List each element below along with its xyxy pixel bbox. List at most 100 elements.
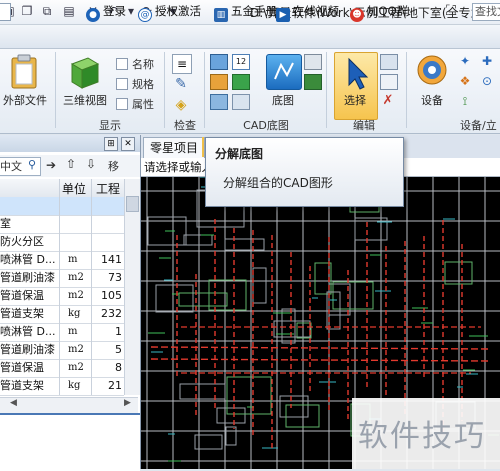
- cad-base-icon: [274, 62, 294, 80]
- pipe-fitting-icon[interactable]: ✦: [458, 54, 472, 68]
- row-quantity: 21: [108, 379, 122, 392]
- handbook-button[interactable]: ▥ 五金手册: [214, 3, 277, 22]
- scrollbar-thumb[interactable]: [126, 196, 139, 212]
- undo-dropdown-icon[interactable]: ▾: [124, 4, 138, 18]
- name-checkbox-label: 名称: [132, 58, 154, 71]
- row-name: 防火分区: [0, 235, 44, 248]
- cad-room: [224, 238, 265, 251]
- report-icon[interactable]: ≡: [172, 54, 192, 74]
- search-input[interactable]: 查找文: [472, 3, 500, 21]
- cad-room: [178, 292, 228, 307]
- printer-icon[interactable]: [304, 54, 322, 70]
- row-name: 管道刷油漆: [0, 343, 55, 356]
- row-name: 喷淋管 D...: [0, 325, 56, 338]
- table-row[interactable]: 管道刷油漆 m2 73: [0, 269, 124, 288]
- column-header-unit: 单位: [62, 182, 87, 196]
- attr-checkbox[interactable]: [116, 98, 128, 110]
- binoculars-icon[interactable]: ⛶: [446, 3, 456, 20]
- user-icon: ●: [86, 8, 100, 22]
- table-row[interactable]: 喷淋管 D... m 141: [0, 251, 124, 270]
- tab-active-edge[interactable]: [202, 137, 204, 157]
- view-3d-label: 三维视图: [63, 94, 107, 107]
- login-button[interactable]: ● 登录: [86, 3, 126, 22]
- property-panel: [0, 413, 140, 471]
- activate-button[interactable]: @ 授权激活: [138, 3, 201, 22]
- cad-base-label: 底图: [272, 94, 294, 107]
- image-icon[interactable]: [210, 54, 228, 70]
- grid-icon[interactable]: [304, 74, 322, 90]
- paste-icon[interactable]: ▤: [62, 4, 76, 18]
- arrow-down-icon[interactable]: ⇩: [86, 157, 96, 171]
- select-button[interactable]: [334, 52, 378, 120]
- cursor-icon: [348, 57, 369, 90]
- layer-icon[interactable]: [232, 74, 250, 90]
- cad-room: [155, 284, 194, 313]
- duplicate-icon[interactable]: ⧉: [40, 4, 54, 18]
- cad-line: [150, 358, 491, 362]
- number-icon[interactable]: 12: [232, 54, 250, 70]
- table-row[interactable]: 管道支架 kg 21: [0, 377, 124, 396]
- table-row[interactable]: [0, 197, 124, 216]
- tab-parts[interactable]: 零星项目: [143, 137, 206, 158]
- table-row[interactable]: 防火分区: [0, 233, 124, 252]
- list-icon[interactable]: [380, 74, 398, 90]
- external-file-label: 外部文件: [3, 94, 47, 107]
- spec-checkbox[interactable]: [116, 78, 128, 90]
- cad-room: [279, 395, 309, 418]
- select-label: 选择: [344, 94, 366, 107]
- horizontal-scrollbar[interactable]: [0, 397, 138, 413]
- external-file-button[interactable]: [6, 54, 42, 90]
- close-panel-icon[interactable]: ✕: [121, 137, 135, 151]
- qq-group-label: 加QQ群: [367, 4, 409, 18]
- qq-group-button[interactable]: ☻ 加QQ群: [350, 3, 409, 22]
- arrow-right-icon[interactable]: ➔: [46, 158, 56, 172]
- row-name: 喷淋管 D...: [0, 253, 56, 266]
- cad-room: [296, 322, 312, 339]
- wrench-icon[interactable]: ✎: [172, 75, 190, 93]
- video-button[interactable]: ▶ 在线视频: [276, 3, 339, 22]
- extra-tool-icon[interactable]: ⊙: [480, 74, 494, 88]
- key-icon: @: [138, 8, 152, 22]
- row-name: 管道支架: [0, 379, 44, 392]
- device-button[interactable]: [416, 54, 448, 86]
- extra-tool-icon[interactable]: ✚: [480, 54, 494, 68]
- device-icon: [417, 55, 447, 85]
- tooltip-description: 分解组合的CAD图形: [223, 176, 333, 190]
- scroll-right-icon[interactable]: ▶: [124, 398, 131, 408]
- cad-base-button[interactable]: [266, 54, 302, 90]
- pin-icon[interactable]: ⊞: [104, 137, 118, 151]
- cad-layer-icon[interactable]: [232, 94, 250, 110]
- qq-icon: ☻: [350, 8, 364, 22]
- cad-line: [150, 346, 491, 350]
- copy-icon[interactable]: ❐: [20, 4, 34, 18]
- cad-tool-icon[interactable]: [210, 94, 228, 110]
- table-row[interactable]: 管道保温 m2 105: [0, 287, 124, 306]
- cube-icon: [70, 57, 100, 89]
- check-group-label: 检查: [174, 119, 196, 132]
- row-name: 管道保温: [0, 289, 44, 302]
- view-3d-button[interactable]: [66, 54, 102, 90]
- valve-icon[interactable]: ⟟: [458, 94, 472, 108]
- arrow-up-icon[interactable]: ⇧: [66, 157, 76, 171]
- scroll-left-icon[interactable]: ◀: [10, 398, 17, 408]
- workspace-combo[interactable]: [0, 3, 11, 21]
- menu-bar: [0, 25, 500, 49]
- table-row[interactable]: 管道支架 kg 232: [0, 305, 124, 324]
- move-icon[interactable]: 移: [108, 158, 119, 174]
- row-quantity: 5: [115, 343, 122, 356]
- table-row[interactable]: 管道刷油漆 m2 5: [0, 341, 124, 360]
- tools-icon[interactable]: ✗: [380, 94, 396, 108]
- table-row[interactable]: 管道保温 m2 8: [0, 359, 124, 378]
- name-checkbox[interactable]: [116, 58, 128, 70]
- row-name: 管道支架: [0, 307, 44, 320]
- align-icon[interactable]: [380, 54, 398, 70]
- paint-icon[interactable]: [210, 74, 228, 90]
- table-row[interactable]: 室: [0, 215, 124, 234]
- sprinkler-icon[interactable]: ❖: [458, 74, 472, 88]
- cad-room: [225, 426, 237, 446]
- column-divider: [59, 179, 60, 395]
- row-quantity: 105: [101, 289, 122, 302]
- table-row[interactable]: 喷淋管 D...m1: [0, 323, 124, 342]
- magnifier-icon[interactable]: ⚲: [28, 158, 36, 171]
- coins-icon[interactable]: ◈: [172, 96, 190, 114]
